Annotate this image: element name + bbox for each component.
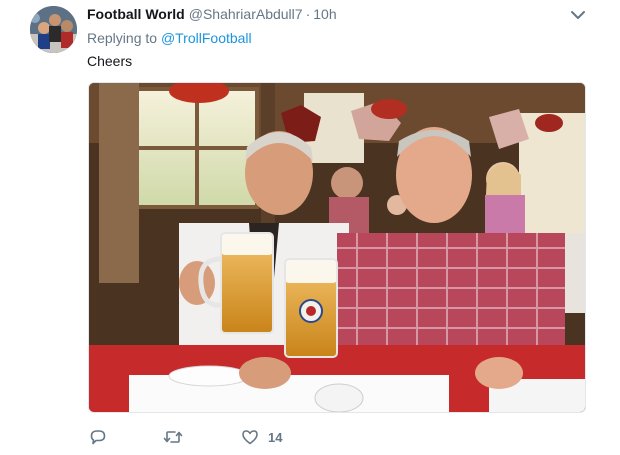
speech-bubble-icon (90, 430, 106, 445)
photo-two-men-beer-mugs (89, 83, 585, 412)
timestamp[interactable]: 10h (313, 6, 336, 22)
tweet-header: Football World @ShahriarAbdull7 · 10h (87, 6, 337, 24)
retweet-button[interactable] (163, 428, 183, 446)
chevron-down-icon (571, 11, 585, 19)
tweet-text: Cheers (87, 53, 133, 69)
user-handle[interactable]: @ShahriarAbdull7 (189, 6, 303, 22)
avatar-image (30, 6, 77, 53)
replying-to-label: Replying to (87, 30, 158, 46)
retweet-arrows-icon (163, 431, 183, 443)
heart-icon (242, 430, 258, 445)
tweet[interactable]: Football World @ShahriarAbdull7 · 10h Re… (0, 0, 620, 455)
replying-to-line: Replying to @TrollFootball (87, 30, 252, 46)
reply-button[interactable] (89, 428, 107, 446)
like-count: 14 (268, 429, 283, 445)
tweet-photo[interactable] (88, 82, 586, 413)
separator-dot: · (305, 6, 311, 22)
display-name[interactable]: Football World (87, 6, 185, 22)
avatar[interactable] (30, 6, 77, 53)
tweet-actions: 14 (88, 426, 282, 448)
like-button[interactable]: 14 (241, 428, 282, 446)
replying-to-mention[interactable]: @TrollFootball (161, 30, 252, 46)
more-options-button[interactable] (568, 7, 588, 23)
